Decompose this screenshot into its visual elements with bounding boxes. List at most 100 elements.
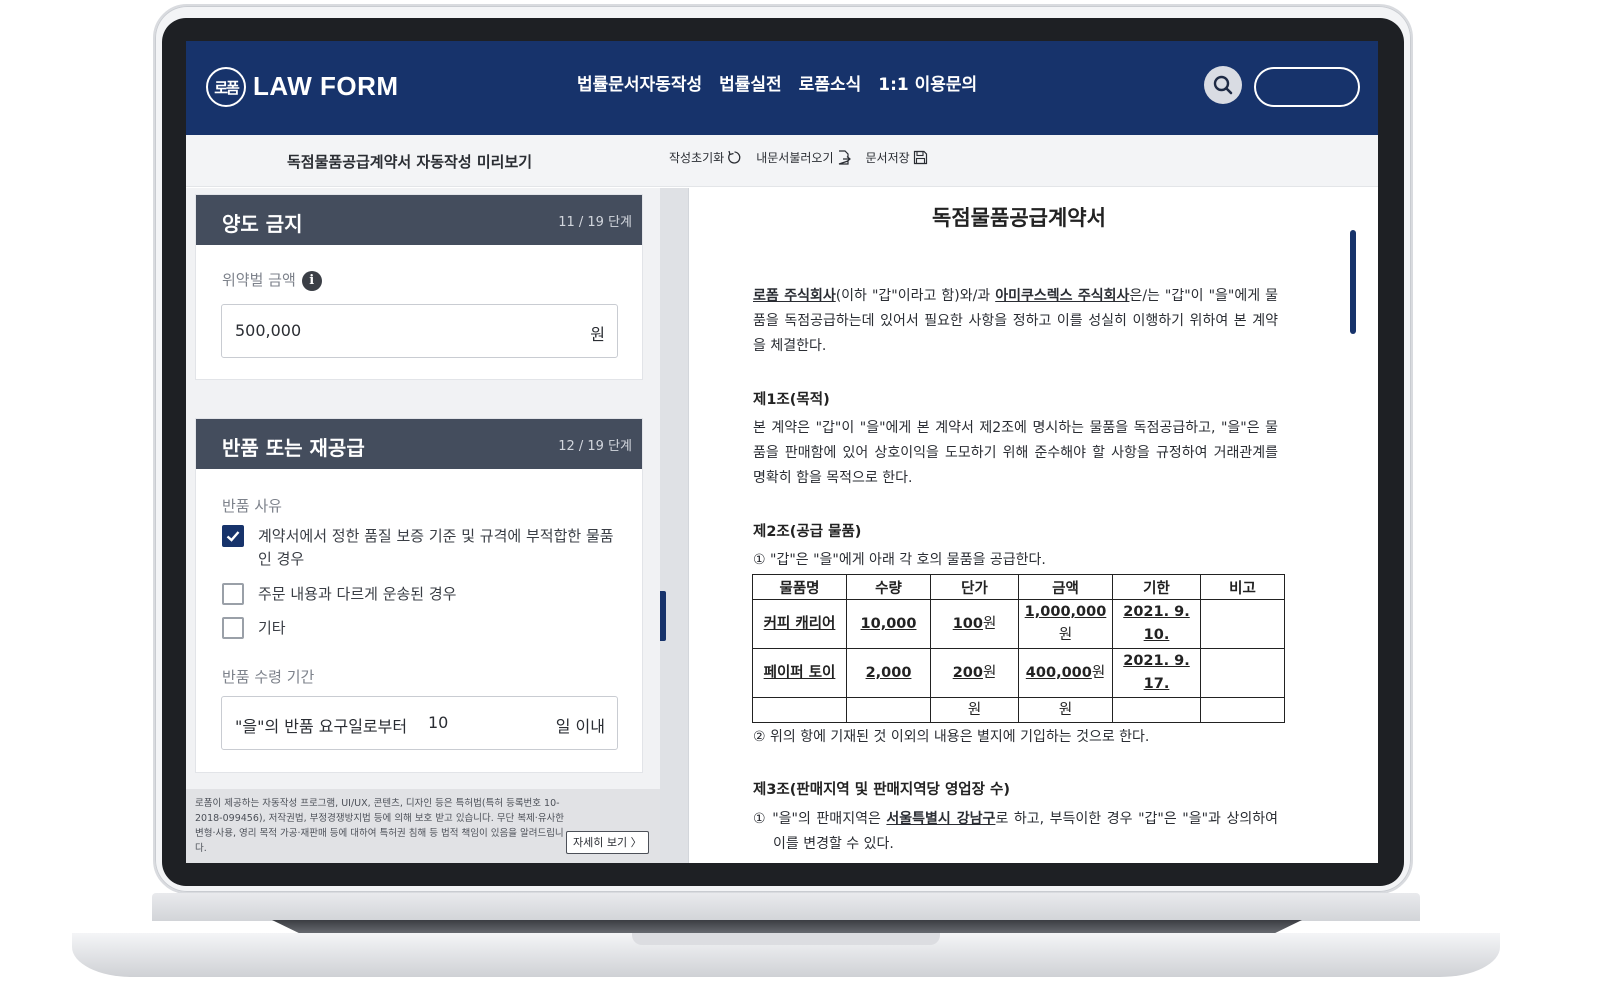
- period-suffix: 일 이내: [555, 717, 605, 736]
- item-amount: 1,000,000 원: [1018, 599, 1113, 649]
- table-header: 기한: [1112, 574, 1201, 600]
- table-header: 물품명: [752, 574, 847, 600]
- table-header: 단가: [930, 574, 1019, 600]
- item-unit-price: 100원: [930, 599, 1019, 649]
- item-unit-price: 원: [930, 697, 1019, 723]
- load-document-icon: [839, 150, 852, 165]
- amount-value: 1,000,000: [1024, 604, 1107, 620]
- article-2-paragraph-2: ② 위의 항에 기재된 것 이외의 내용은 별지에 기입하는 것으로 한다.: [753, 729, 1150, 745]
- save-label: 문서저장: [865, 151, 910, 165]
- card-title: 반품 또는 재공급: [222, 436, 365, 460]
- item-amount: 원: [1018, 697, 1113, 723]
- reason-option[interactable]: 주문 내용과 다르게 운송된 경우: [222, 583, 624, 606]
- search-icon: [1213, 75, 1233, 95]
- document-title: 독점물품공급계약서: [932, 206, 1106, 230]
- document-actions: 작성초기화 내문서불러오기 문서저장: [669, 149, 928, 166]
- penalty-unit: 원: [590, 325, 605, 344]
- form-panel: 양도 금지 11 / 19 단계 위약벌 금액 i 500,000 원 반품 또는…: [186, 188, 660, 863]
- save-document-button[interactable]: 문서저장: [865, 149, 927, 166]
- search-button[interactable]: [1204, 66, 1242, 104]
- party-b: 아미쿠스렉스 주식회사: [995, 288, 1130, 304]
- logo-text[interactable]: LAW FORM: [253, 71, 399, 102]
- reason-option-label: 계약서에서 정한 품질 보증 기준 및 규격에 부적합한 물품인 경우: [258, 527, 614, 568]
- item-qty: [846, 697, 931, 723]
- load-label: 내문서불러오기: [756, 151, 834, 165]
- resize-handle[interactable]: [660, 591, 666, 641]
- reset-label: 작성초기화: [669, 151, 725, 165]
- goods-table: 물품명 수량 단가 금액 기한 비고 커피 캐리어 10,000 100원 1,…: [752, 574, 1285, 723]
- item-name: 페이퍼 토이: [752, 648, 847, 698]
- party-a: 로폼 주식회사: [753, 288, 836, 304]
- step-indicator: 11 / 19 단계: [558, 215, 632, 230]
- item-amount: 400,000원: [1018, 648, 1113, 698]
- item-note: [1200, 648, 1285, 698]
- table-header-row: 물품명 수량 단가 금액 기한 비고: [752, 574, 1285, 600]
- amount-value: 400,000: [1025, 664, 1092, 681]
- table-header: 수량: [846, 574, 931, 600]
- reset-button[interactable]: 작성초기화: [669, 149, 742, 166]
- table-row: 페이퍼 토이 2,000 200원 400,000원 2021. 9. 17.: [752, 648, 1285, 698]
- reason-option[interactable]: 기타: [222, 617, 624, 640]
- item-unit-price: 200원: [930, 648, 1019, 698]
- account-button[interactable]: [1254, 67, 1360, 107]
- document-preview: 독점물품공급계약서 로폼 주식회사(이하 "갑"이라고 함)와/과 아미쿠스렉스…: [688, 188, 1378, 863]
- period-prefix: "을"의 반품 요구일로부터: [235, 717, 408, 736]
- article-3-text-a: ① "을"의 판매지역은: [753, 811, 887, 827]
- step-card-assignment: 양도 금지 11 / 19 단계 위약벌 금액 i 500,000 원: [195, 194, 643, 380]
- checkbox[interactable]: [222, 583, 244, 605]
- checkbox[interactable]: [222, 525, 244, 547]
- return-period-label: 반품 수령 기간: [222, 668, 315, 686]
- notice-text: 로폼이 제공하는 자동작성 프로그램, UI/UX, 콘텐츠, 디자인 등은 특…: [195, 798, 565, 854]
- return-reason-label: 반품 사유: [222, 497, 282, 515]
- item-due: 2021. 9. 10.: [1112, 599, 1201, 649]
- main-nav: 법률문서자동작성 법률실전 로폼소식 1:1 이용문의: [577, 70, 977, 95]
- penalty-label: 위약벌 금액 i: [222, 269, 322, 291]
- item-name: 커피 캐리어: [752, 599, 847, 649]
- article-3-paragraph-1: ① "을"의 판매지역은 서울특별시 강남구로 하고, 부득이한 경우 "갑"은…: [753, 807, 1278, 857]
- check-icon: [226, 531, 240, 542]
- panel-divider[interactable]: [660, 188, 688, 863]
- penalty-amount-input[interactable]: 500,000 원: [221, 304, 618, 358]
- nav-auto-document[interactable]: 법률문서자동작성: [577, 70, 702, 95]
- period-value: 10: [428, 713, 449, 732]
- item-note: [1200, 599, 1285, 649]
- table-header: 금액: [1018, 574, 1113, 600]
- step-card-return: 반품 또는 재공급 12 / 19 단계 반품 사유 계약서에서 정한 품질 보…: [195, 418, 643, 773]
- amount-unit: 원: [1058, 627, 1073, 643]
- penalty-value: 500,000: [235, 321, 302, 340]
- nav-inquiry[interactable]: 1:1 이용문의: [878, 70, 977, 95]
- penalty-label-text: 위약벌 금액: [222, 271, 296, 289]
- document-scrollbar[interactable]: [1350, 230, 1356, 334]
- unit-price-value: 200: [952, 664, 983, 681]
- top-navigation-bar: 로폼 LAW FORM 법률문서자동작성 법률실전 로폼소식 1:1 이용문의: [186, 41, 1378, 135]
- item-due: [1112, 697, 1201, 723]
- nav-news[interactable]: 로폼소식: [799, 70, 862, 95]
- article-2-paragraph-1: ① "갑"은 "을"에게 아래 각 호의 물품을 공급한다.: [753, 552, 1046, 568]
- app-screen: 로폼 LAW FORM 법률문서자동작성 법률실전 로폼소식 1:1 이용문의 …: [186, 41, 1378, 863]
- save-icon: [913, 150, 927, 165]
- checkbox[interactable]: [222, 617, 244, 639]
- laptop-base: [72, 893, 1500, 981]
- unit-price-value: 100: [952, 615, 983, 632]
- item-qty: 2,000: [846, 648, 931, 698]
- step-indicator: 12 / 19 단계: [558, 439, 632, 454]
- item-note: [1200, 697, 1285, 723]
- load-document-button[interactable]: 내문서불러오기: [756, 149, 852, 166]
- unit-price-unit: 원: [982, 664, 997, 681]
- info-icon[interactable]: i: [301, 270, 322, 291]
- return-period-input[interactable]: "을"의 반품 요구일로부터 10 일 이내: [221, 696, 618, 750]
- table-row: 커피 캐리어 10,000 100원 1,000,000원 2021. 9. 1…: [752, 599, 1285, 649]
- card-header: 반품 또는 재공급 12 / 19 단계: [196, 419, 642, 469]
- nav-legal-practice[interactable]: 법률실전: [719, 70, 782, 95]
- copyright-notice: 로폼이 제공하는 자동작성 프로그램, UI/UX, 콘텐츠, 디자인 등은 특…: [186, 789, 660, 863]
- table-header: 비고: [1200, 574, 1285, 600]
- item-name: [752, 697, 847, 723]
- article-1-body: 본 계약은 "갑"이 "을"에게 본 계약서 제2조에 명시하는 물품을 독점공…: [753, 420, 1278, 486]
- logo-mark[interactable]: 로폼: [206, 67, 246, 107]
- page-title: 독점물품공급계약서 자동작성 미리보기: [287, 153, 533, 171]
- unit-price-unit: 원: [982, 615, 997, 632]
- item-due: 2021. 9. 17.: [1112, 648, 1201, 698]
- reason-option[interactable]: 계약서에서 정한 품질 보증 기준 및 규격에 부적합한 물품인 경우: [222, 525, 624, 571]
- article-1-title: 제1조(목적): [753, 392, 830, 408]
- more-button[interactable]: 자세히 보기 〉: [566, 831, 649, 854]
